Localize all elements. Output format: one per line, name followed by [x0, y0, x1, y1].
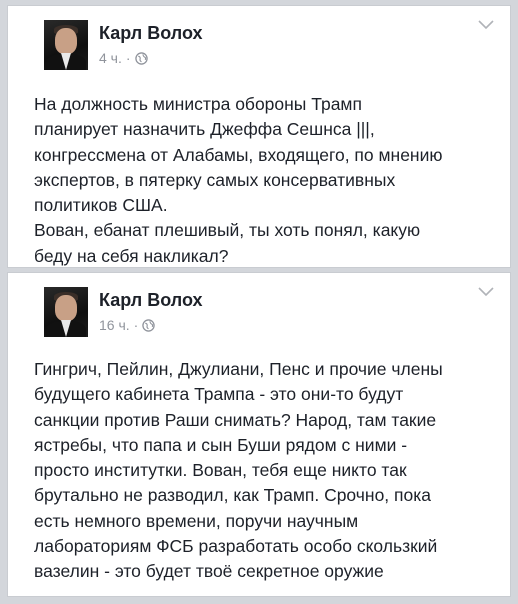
post-text-line: планирует назначить Джеффа Сешнса |||, [34, 119, 375, 140]
post-text-line: На должность министра обороны Трамп [34, 94, 362, 114]
post-card: Карл Волох 16 ч. · Гингрич, Пейлин, Джул… [7, 272, 511, 597]
post-text-line: политиков США. [34, 195, 168, 216]
post-meta: 16 ч. · [99, 317, 156, 333]
globe-icon[interactable] [142, 318, 156, 332]
author-name[interactable]: Карл Волох [99, 290, 203, 311]
meta-separator: · [125, 50, 131, 66]
globe-icon[interactable] [134, 51, 148, 65]
post-text-line: ястребы, что папа и сын Буши рядом с ним… [34, 434, 408, 455]
chevron-down-icon[interactable] [478, 20, 494, 30]
post-text-line: Гингрич, Пейлин, Джулиани, Пенс и прочие… [34, 359, 443, 379]
post-text-line: есть немного времени, поручи научным [34, 510, 359, 531]
post-text-line: экспертов, в пятерку самых консервативны… [34, 169, 396, 190]
post-text-line: брутально не разводил, как Трамп. Срочно… [34, 485, 432, 506]
post-meta: 4 ч. · [99, 50, 148, 66]
post-text-line: просто институтки. Вован, тебя еще никто… [34, 460, 407, 481]
avatar[interactable] [44, 20, 88, 70]
post-text-line: Вован, ебанат плешивый, ты хоть понял, к… [34, 220, 421, 241]
post-timestamp[interactable]: 16 ч. [99, 317, 130, 333]
post-text-line: будущего кабинета Трампа - это они-то бу… [34, 384, 404, 405]
author-name[interactable]: Карл Волох [99, 23, 203, 44]
post-text-line: беду на себя накликал? [34, 245, 229, 266]
post-text: На должность министра обороны Трамп план… [34, 92, 490, 269]
post-text-line: санкции против Раши снимать? Народ, там … [34, 409, 437, 430]
post-text-line: конгрессмена от Алабамы, входящего, по м… [34, 144, 443, 165]
post-text-line: лабораториям ФСБ разработать особо сколь… [34, 536, 438, 557]
post-card: Карл Волох 4 ч. · На должность министра … [7, 5, 511, 268]
post-text: Гингрич, Пейлин, Джулиани, Пенс и прочие… [34, 357, 490, 585]
post-timestamp[interactable]: 4 ч. [99, 50, 122, 66]
meta-separator: · [133, 317, 139, 333]
post-text-line: вазелин - это будет твоё секретное оружи… [34, 561, 384, 582]
chevron-down-icon[interactable] [478, 287, 494, 297]
avatar[interactable] [44, 287, 88, 337]
